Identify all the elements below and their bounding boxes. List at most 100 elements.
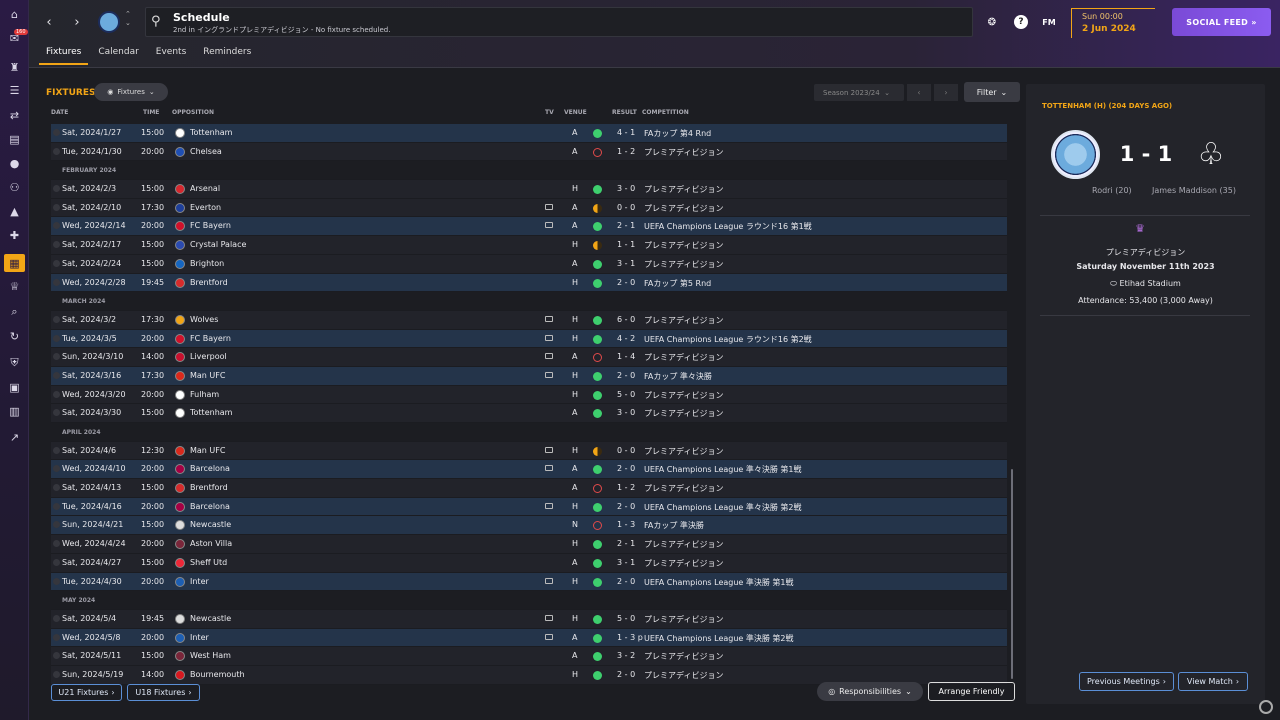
row-select-toggle[interactable] bbox=[53, 633, 60, 641]
result-score[interactable]: 1 - 3 bbox=[617, 520, 635, 529]
competition-name[interactable]: FAカップ 準々決勝 bbox=[644, 371, 712, 382]
competition-name[interactable]: UEFA Champions League ラウンド16 第2戦 bbox=[644, 334, 812, 345]
competition-name[interactable]: UEFA Champions League 準々決勝 第2戦 bbox=[644, 502, 802, 513]
opponent-name[interactable]: Chelsea bbox=[190, 147, 222, 156]
row-select-toggle[interactable] bbox=[53, 353, 60, 361]
opponent-name[interactable]: Man UFC bbox=[190, 371, 225, 380]
opponent-name[interactable]: Barcelona bbox=[190, 464, 230, 473]
competition-name[interactable]: プレミアディビジョン bbox=[644, 184, 723, 195]
training-icon[interactable]: ▲ bbox=[7, 204, 22, 219]
shield-icon[interactable]: ⛨ bbox=[7, 355, 22, 370]
result-score[interactable]: 2 - 0 bbox=[617, 464, 635, 473]
trophy-icon[interactable]: ♕ bbox=[7, 279, 22, 294]
club-switch-arrows[interactable]: ⌃ ⌄ bbox=[125, 10, 131, 28]
transfer-icon[interactable]: ⇄ bbox=[7, 108, 22, 123]
competition-name[interactable]: プレミアディビジョン bbox=[644, 408, 723, 419]
opponent-name[interactable]: Newcastle bbox=[190, 520, 231, 529]
competition-name[interactable]: プレミアディビジョン bbox=[644, 539, 723, 550]
stats-icon[interactable]: ↗ bbox=[7, 430, 22, 445]
row-select-toggle[interactable] bbox=[53, 670, 60, 678]
scrollbar[interactable] bbox=[1011, 469, 1013, 679]
competition-name[interactable]: UEFA Champions League 準決勝 第1戦 bbox=[644, 577, 794, 588]
fixture-row[interactable]: Sun, 2024/3/10 14:00 Liverpool A 1 - 4 プレミアディ… bbox=[51, 348, 1007, 367]
swap-icon[interactable]: ↻ bbox=[7, 329, 22, 344]
opponent-name[interactable]: FC Bayern bbox=[190, 221, 231, 230]
competition-name[interactable]: プレミアディビジョン bbox=[644, 651, 723, 662]
competition-name[interactable]: FAカップ 準決勝 bbox=[644, 520, 704, 531]
opponent-name[interactable]: Brighton bbox=[190, 259, 224, 268]
row-select-toggle[interactable] bbox=[53, 502, 60, 510]
result-score[interactable]: 3 - 0 bbox=[617, 408, 635, 417]
opponent-name[interactable]: West Ham bbox=[190, 651, 231, 660]
result-score[interactable]: 3 - 1 bbox=[617, 558, 635, 567]
forward-button[interactable]: › bbox=[67, 12, 87, 32]
fixture-row[interactable]: Sat, 2024/3/30 15:00 Tottenham A 3 - 0 プレミアディ… bbox=[51, 404, 1007, 423]
result-score[interactable]: 0 - 0 bbox=[617, 203, 635, 212]
opponent-name[interactable]: FC Bayern bbox=[190, 334, 231, 343]
row-select-toggle[interactable] bbox=[53, 409, 60, 417]
col-competition[interactable]: COMPETITION bbox=[642, 109, 689, 116]
row-select-toggle[interactable] bbox=[53, 484, 60, 492]
chat-icon[interactable] bbox=[1259, 700, 1273, 714]
result-score[interactable]: 1 - 1 bbox=[617, 240, 635, 249]
result-score[interactable]: 2 - 0 bbox=[617, 670, 635, 679]
clipboard-icon[interactable]: ☰ bbox=[7, 83, 22, 98]
competition-name[interactable]: プレミアディビジョン bbox=[644, 390, 723, 401]
home-icon[interactable]: ⌂ bbox=[7, 7, 22, 22]
result-score[interactable]: 0 - 0 bbox=[617, 446, 635, 455]
row-select-toggle[interactable] bbox=[53, 185, 60, 193]
next-season-button[interactable]: › bbox=[934, 84, 958, 101]
finance-icon[interactable]: ▥ bbox=[7, 404, 22, 419]
fixture-row[interactable]: Sat, 2024/3/16 17:30 Man UFC H 2 - 0 FAカップ 準々… bbox=[51, 366, 1007, 386]
tab-reminders[interactable]: Reminders bbox=[196, 46, 258, 65]
result-score[interactable]: 4 - 2 bbox=[617, 334, 635, 343]
fixture-row[interactable]: Sat, 2024/2/10 17:30 Everton A 0 - 0 プレミアディビジ… bbox=[51, 198, 1007, 218]
opponent-name[interactable]: Liverpool bbox=[190, 352, 227, 361]
club-crest[interactable] bbox=[98, 11, 120, 33]
inbox-icon[interactable]: ✉ bbox=[7, 31, 22, 46]
col-result[interactable]: RESULT bbox=[612, 109, 637, 116]
away-club-crest[interactable]: ♧ bbox=[1197, 128, 1225, 180]
fixture-row[interactable]: Wed, 2024/2/28 19:45 Brentford H 2 - 0 FAカップ … bbox=[51, 273, 1007, 293]
result-score[interactable]: 1 - 3 p bbox=[617, 633, 643, 642]
result-score[interactable]: 6 - 0 bbox=[617, 315, 635, 324]
result-score[interactable]: 2 - 0 bbox=[617, 502, 635, 511]
competition-name[interactable]: UEFA Champions League ラウンド16 第1戦 bbox=[644, 221, 812, 232]
fixture-row[interactable]: Sat, 2024/4/6 12:30 Man UFC H 0 - 0 プレミアディビジョ… bbox=[51, 441, 1007, 461]
row-select-toggle[interactable] bbox=[53, 334, 60, 342]
fixture-row[interactable]: Sat, 2024/5/11 15:00 West Ham A 3 - 2 プレミアディビ… bbox=[51, 647, 1007, 666]
season-select[interactable]: Season 2023/24 ⌄ bbox=[814, 84, 904, 101]
responsibilities-button[interactable]: ◎ Responsibilities ⌄ bbox=[817, 682, 923, 701]
result-score[interactable]: 2 - 1 bbox=[617, 539, 635, 548]
row-select-toggle[interactable] bbox=[53, 465, 60, 473]
row-select-toggle[interactable] bbox=[53, 614, 60, 622]
fixture-row[interactable]: Sat, 2024/4/13 15:00 Brentford A 1 - 2 プレミアディ… bbox=[51, 479, 1007, 498]
competition-name[interactable]: プレミアディビジョン bbox=[644, 203, 723, 214]
opponent-name[interactable]: Tottenham bbox=[190, 408, 232, 417]
report-icon[interactable]: ▤ bbox=[7, 132, 22, 147]
scout-icon[interactable]: ⌕ bbox=[7, 304, 22, 319]
home-club-crest[interactable] bbox=[1051, 130, 1100, 179]
arrange-friendly-button[interactable]: Arrange Friendly bbox=[928, 682, 1015, 701]
opponent-name[interactable]: Barcelona bbox=[190, 502, 230, 511]
trophy-icon[interactable]: ❂ bbox=[984, 14, 1000, 30]
row-select-toggle[interactable] bbox=[53, 241, 60, 249]
col-time[interactable]: TIME bbox=[143, 109, 159, 116]
fixture-row[interactable]: Sat, 2024/1/27 15:00 Tottenham A 4 - 1 FAカップ … bbox=[51, 124, 1007, 143]
row-select-toggle[interactable] bbox=[53, 446, 60, 454]
col-venue[interactable]: VENUE bbox=[564, 109, 587, 116]
u18-fixtures-button[interactable]: U18 Fixtures › bbox=[127, 684, 200, 701]
competition-name[interactable]: プレミアディビジョン bbox=[644, 614, 723, 625]
result-score[interactable]: 4 - 1 bbox=[617, 128, 635, 137]
result-score[interactable]: 3 - 2 bbox=[617, 651, 635, 660]
fixture-row[interactable]: Sat, 2024/5/4 19:45 Newcastle H 5 - 0 プレミアディビ… bbox=[51, 609, 1007, 629]
col-date[interactable]: DATE bbox=[51, 109, 68, 116]
search-icon[interactable]: ⚲ bbox=[151, 14, 161, 29]
competition-name[interactable]: UEFA Champions League 準々決勝 第1戦 bbox=[644, 464, 802, 475]
social-feed-button[interactable]: SOCIAL FEED » bbox=[1172, 8, 1271, 36]
fixture-row[interactable]: Tue, 2024/3/5 20:00 FC Bayern H 4 - 2 UEFA Ch… bbox=[51, 329, 1007, 349]
opponent-name[interactable]: Brentford bbox=[190, 278, 228, 287]
row-select-toggle[interactable] bbox=[53, 521, 60, 529]
col-tv[interactable]: TV bbox=[545, 109, 554, 116]
schedule-icon[interactable]: ▦ bbox=[4, 254, 25, 272]
